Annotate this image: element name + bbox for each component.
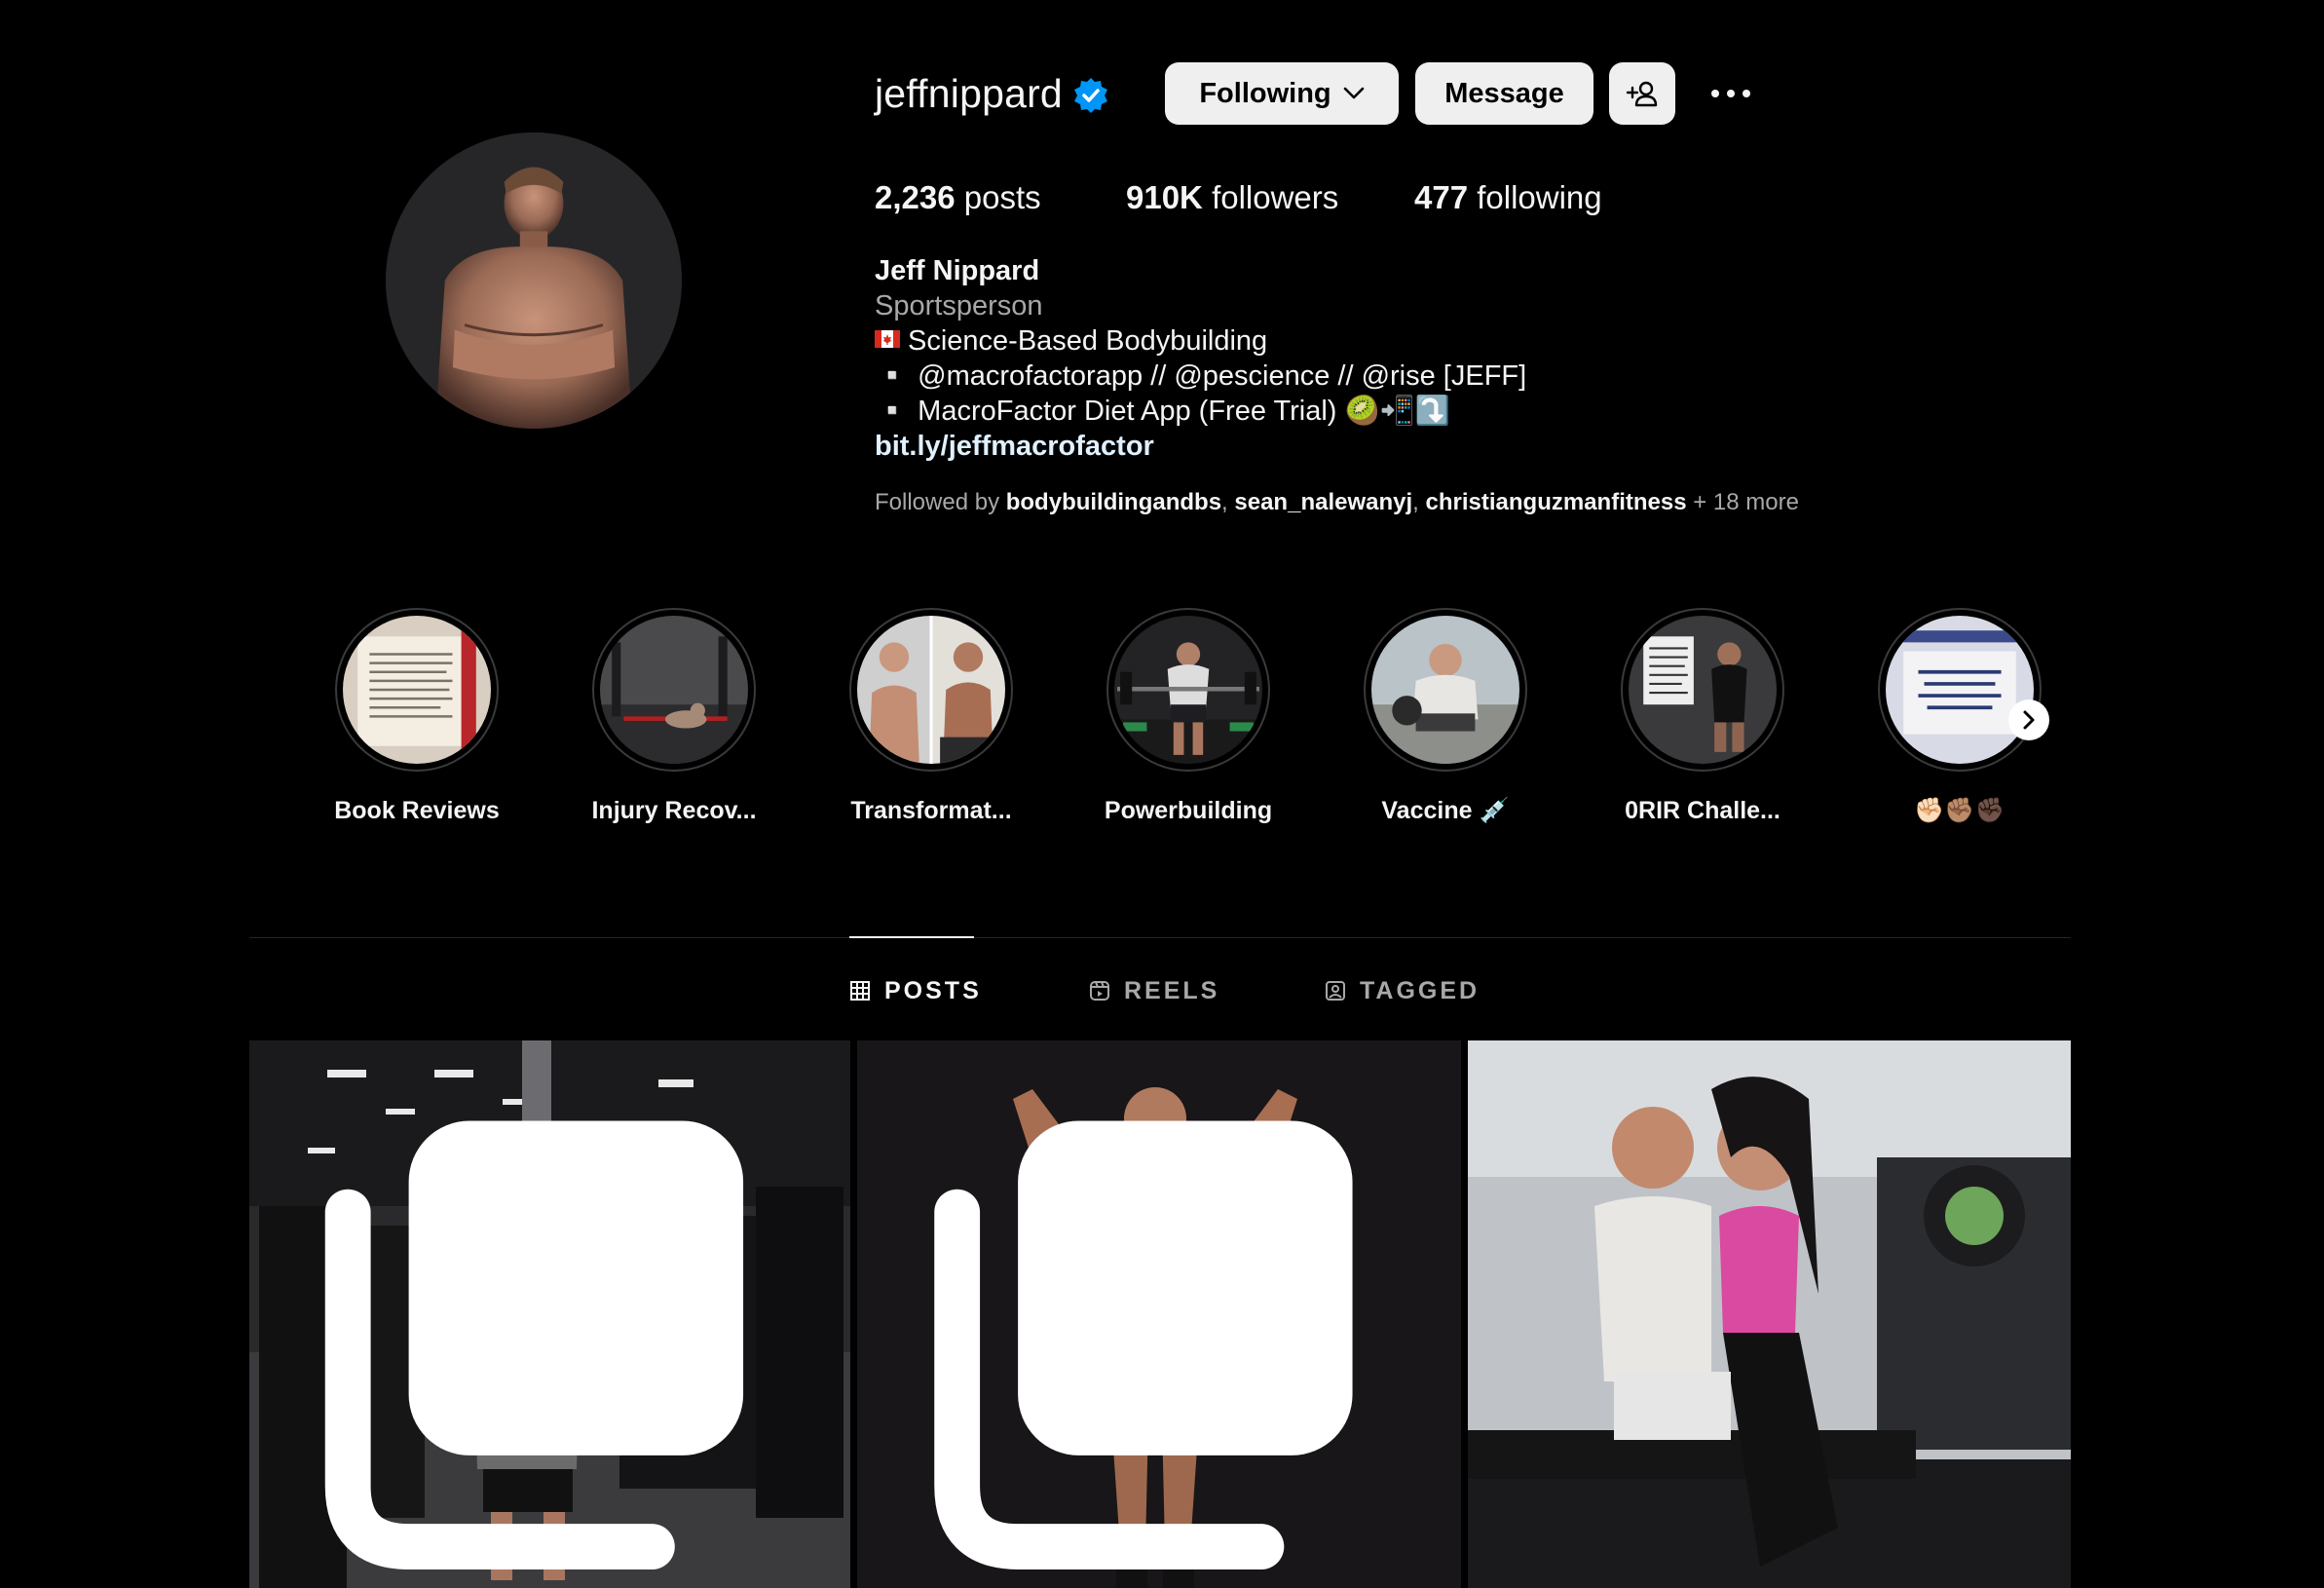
profile-avatar[interactable] — [386, 132, 682, 429]
highlight-cover-image — [343, 616, 491, 764]
highlight-label: 0RIR Challe... — [1625, 797, 1780, 824]
chevron-down-icon — [1343, 87, 1364, 99]
highlight-cover-image — [1114, 616, 1262, 764]
multiple-images-icon — [934, 1120, 1353, 1569]
tab-tagged[interactable]: TAGGED — [1325, 974, 1480, 1007]
following-count[interactable]: 477 following — [1414, 175, 1602, 220]
reels-icon — [1090, 981, 1109, 1001]
chevron-right-icon — [2023, 710, 2035, 730]
tabs-divider — [249, 937, 2071, 938]
tab-label: POSTS — [884, 976, 982, 1004]
following-count-value: 477 — [1414, 179, 1469, 215]
highlight-label: Powerbuilding — [1104, 797, 1273, 824]
message-button[interactable]: Message — [1415, 62, 1593, 125]
message-button-label: Message — [1444, 77, 1564, 109]
post-thumbnail[interactable] — [857, 1040, 1461, 1588]
username: jeffnippard — [875, 71, 1063, 116]
add-person-icon — [1626, 81, 1658, 107]
canada-flag-icon — [875, 330, 900, 348]
post-thumbnail[interactable] — [1468, 1040, 2071, 1588]
profile-category: Sportsperson — [875, 290, 1043, 321]
followed-by-user[interactable]: sean_nalewanyj — [1234, 489, 1412, 515]
highlight-label: ✊🏻✊🏽✊🏿 — [1914, 797, 2005, 824]
followers-count[interactable]: 910K followers — [1126, 175, 1338, 220]
following-count-label: following — [1477, 179, 1602, 215]
posts-count-value: 2,236 — [875, 179, 956, 215]
highlight-cover-image — [857, 616, 1005, 764]
verified-badge-icon — [1071, 76, 1110, 115]
tab-posts[interactable]: POSTS — [849, 974, 982, 1007]
grid-icon — [850, 981, 870, 1001]
bio-line: ▫️ MacroFactor Diet App (Free Trial) 🥝📲⤵… — [875, 396, 1450, 427]
followed-by-prefix: Followed by — [875, 489, 1006, 515]
highlight-injury-recovery[interactable]: Injury Recov... — [545, 608, 769, 832]
highlight-cover-image — [600, 616, 748, 764]
highlight-powerbuilding[interactable]: Powerbuilding — [1060, 608, 1284, 832]
bio-line-text: Science-Based Bodybuilding — [908, 325, 1268, 357]
highlights-next-button[interactable] — [2008, 699, 2049, 740]
bio-line: Science-Based Bodybuilding — [875, 323, 1267, 359]
avatar-image — [386, 132, 682, 429]
highlight-cover-image — [1629, 616, 1777, 764]
highlight-cover-image — [1371, 616, 1519, 764]
following-button-label: Following — [1199, 77, 1331, 109]
highlight-label: Vaccine 💉 — [1381, 797, 1510, 824]
followers-count-label: followers — [1212, 179, 1339, 215]
tab-reels[interactable]: REELS — [1089, 974, 1219, 1007]
followed-by[interactable]: Followed by bodybuildingandbs, sean_nale… — [875, 487, 1799, 518]
multiple-images-icon — [324, 1120, 744, 1569]
following-button[interactable]: Following — [1165, 62, 1399, 125]
bio-line: ▫️ @macrofactorapp // @pescience // @ris… — [875, 360, 1527, 392]
more-options-icon[interactable] — [1706, 72, 1755, 115]
posts-count: 2,236 posts — [875, 175, 1041, 220]
tagged-icon — [1326, 981, 1345, 1001]
active-tab-indicator — [849, 936, 974, 938]
followed-by-more: + 18 more — [1686, 489, 1799, 515]
tab-label: REELS — [1124, 976, 1220, 1004]
highlight-label: Injury Recov... — [591, 797, 757, 824]
highlight-label: Book Reviews — [334, 797, 500, 824]
posts-count-label: posts — [963, 179, 1041, 215]
post-image — [1468, 1040, 2071, 1588]
full-name: Jeff Nippard — [875, 255, 1040, 286]
highlight-cover-image — [1886, 616, 2034, 764]
highlight-vaccine[interactable]: Vaccine 💉 — [1317, 608, 1541, 832]
followers-count-value: 910K — [1126, 179, 1203, 215]
highlight-0rir-challenge[interactable]: 0RIR Challe... — [1574, 608, 1798, 832]
highlight-book-reviews[interactable]: Book Reviews — [288, 608, 512, 832]
highlight-transformation[interactable]: Transformat... — [803, 608, 1027, 832]
bio-link[interactable]: bit.ly/jeffmacrofactor — [875, 429, 1154, 464]
followed-by-user[interactable]: bodybuildingandbs — [1006, 489, 1221, 515]
highlight-label: Transformat... — [850, 797, 1012, 824]
tab-label: TAGGED — [1360, 976, 1481, 1004]
post-thumbnail[interactable] — [249, 1040, 850, 1588]
followed-by-user[interactable]: christianguzmanfitness — [1426, 489, 1687, 515]
suggested-users-button[interactable] — [1609, 62, 1675, 125]
